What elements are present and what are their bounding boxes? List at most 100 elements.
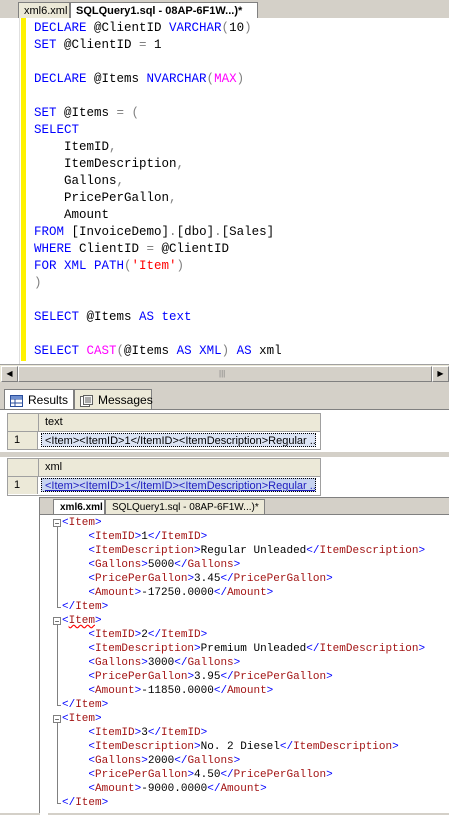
xml-field-line[interactable]: <ItemID>2</ItemID> (62, 628, 425, 642)
table-row[interactable]: 1 <Item><ItemID>1</ItemID><ItemDescripti… (8, 477, 320, 494)
code-line[interactable] (34, 292, 282, 309)
pane-splitter[interactable] (0, 382, 449, 386)
grid-corner[interactable] (8, 414, 39, 431)
code-line[interactable]: SET @ClientID = 1 (34, 37, 282, 54)
xml-field-line[interactable]: <ItemID>1</ItemID> (62, 530, 425, 544)
xml-element-open[interactable]: <Item> (62, 614, 425, 628)
code-line[interactable]: FROM [InvoiceDemo].[dbo].[Sales] (34, 224, 282, 241)
tab-messages[interactable]: Messages (74, 389, 153, 409)
column-header-xml[interactable]: xml (45, 459, 62, 476)
xml-element-close[interactable]: </Item> (62, 698, 425, 712)
row-number[interactable]: 1 (8, 477, 38, 494)
xml-field-line[interactable]: <Amount>-17250.0000</Amount> (62, 586, 425, 600)
code-token: ( (124, 259, 132, 273)
xml-element-close[interactable]: </Item> (62, 796, 425, 810)
collapse-icon[interactable]: − (53, 519, 61, 528)
code-line[interactable]: SET @Items = ( (34, 105, 282, 122)
tab-xml6[interactable]: xml6.xml (18, 2, 70, 18)
tab-label: xml6.xml (60, 502, 103, 513)
xml-value: 2 (141, 629, 148, 641)
code-line[interactable]: ItemID, (34, 139, 282, 156)
collapse-icon[interactable]: − (53, 617, 61, 626)
xml-field-line[interactable]: <ItemID>3</ItemID> (62, 726, 425, 740)
change-tracking-bar (21, 18, 26, 361)
code-token: DECLARE (34, 72, 95, 86)
code-token: = ( (116, 106, 140, 120)
scroll-right-button[interactable]: ▶ (432, 366, 449, 382)
code-token: [InvoiceDemo] (71, 225, 170, 239)
xml-field-line[interactable]: <Amount>-9000.0000</Amount> (62, 782, 425, 796)
code-line[interactable]: PricePerGallon, (34, 190, 282, 207)
tab-label: Results (28, 393, 69, 407)
code-token: [dbo] (176, 225, 215, 239)
table-row[interactable]: 1 <Item><ItemID>1</ItemID><ItemDescripti… (8, 432, 320, 449)
tab-sqlquery1[interactable]: SQLQuery1.sql - 08AP-6F1W...)* (70, 2, 258, 18)
code-token: SELECT (34, 123, 80, 137)
code-token: CAST (86, 344, 117, 358)
xml-element-close[interactable]: </Item> (62, 600, 425, 614)
code-token: ItemDescription (34, 157, 177, 171)
tab-xml6[interactable]: xml6.xml (53, 499, 105, 514)
grid-corner[interactable] (8, 459, 39, 476)
fold-guide (57, 527, 58, 607)
sql-editor[interactable]: DECLARE @ClientID VARCHAR(10) SET @Client… (0, 18, 449, 364)
xml-value: 3 (141, 727, 148, 739)
xml-field-line[interactable]: <ItemDescription>Premium Unleaded</ItemD… (62, 642, 425, 656)
code-token: NVARCHAR (146, 72, 207, 86)
code-token: @ClientID (94, 21, 170, 35)
code-line[interactable] (34, 54, 282, 71)
code-line[interactable]: SELECT (34, 122, 282, 139)
code-token: WHERE (34, 242, 80, 256)
xml-field-line[interactable]: <PricePerGallon>3.95</PricePerGallon> (62, 670, 425, 684)
code-line[interactable]: DECLARE @Items NVARCHAR(MAX) (34, 71, 282, 88)
xml-element-open[interactable]: <Item> (62, 516, 425, 530)
code-token: = (139, 38, 155, 52)
xml-field-line[interactable]: <ItemDescription>Regular Unleaded</ItemD… (62, 544, 425, 558)
code-token: ClientID (79, 242, 147, 256)
xml-document-window[interactable]: xml6.xml SQLQuery1.sql - 08AP-6F1W...)* … (39, 497, 449, 815)
code-line[interactable]: ) (34, 275, 282, 292)
code-token: Amount (34, 208, 110, 222)
xml-value: 3.45 (194, 573, 221, 585)
sql-code[interactable]: DECLARE @ClientID VARCHAR(10) SET @Client… (34, 20, 282, 360)
tab-sqlquery1[interactable]: SQLQuery1.sql - 08AP-6F1W...)* (105, 499, 265, 514)
results-grid-text[interactable]: text 1 <Item><ItemID>1</ItemID><ItemDesc… (7, 413, 321, 450)
code-line[interactable]: Amount (34, 207, 282, 224)
xml-value: Regular Unleaded (200, 545, 307, 557)
grid-cell[interactable]: <Item><ItemID>1</ItemID><ItemDescription… (41, 433, 316, 447)
code-token: 10 (229, 21, 245, 35)
code-line[interactable]: SELECT CAST(@Items AS XML) AS xml (34, 343, 282, 360)
editor-horizontal-scrollbar[interactable]: ◀ ||| ▶ (0, 364, 449, 382)
xml-value: 1 (141, 531, 148, 543)
tab-results[interactable]: Results (4, 389, 74, 409)
messages-icon (80, 393, 93, 407)
results-grid-xml[interactable]: xml 1 <Item><ItemID>1</ItemID><ItemDescr… (7, 458, 321, 496)
row-number[interactable]: 1 (8, 432, 38, 449)
xml-element-open[interactable]: <Item> (62, 712, 425, 726)
code-line[interactable]: Gallons, (34, 173, 282, 190)
xml-field-line[interactable]: <ItemDescription>No. 2 Diesel</ItemDescr… (62, 740, 425, 754)
code-line[interactable]: ItemDescription, (34, 156, 282, 173)
xml-field-line[interactable]: <Gallons>5000</Gallons> (62, 558, 425, 572)
xml-value: 3.95 (194, 671, 221, 683)
fold-guide (57, 625, 58, 705)
xml-field-line[interactable]: <Gallons>2000</Gallons> (62, 754, 425, 768)
code-line[interactable] (34, 88, 282, 105)
code-token: VARCHAR (169, 21, 222, 35)
collapse-icon[interactable]: − (53, 715, 61, 724)
xml-link-cell[interactable]: <Item><ItemID>1</ItemID><ItemDescription… (41, 478, 316, 492)
xml-code[interactable]: <Item> <ItemID>1</ItemID> <ItemDescripti… (62, 516, 425, 810)
xml-field-line[interactable]: <Gallons>3000</Gallons> (62, 656, 425, 670)
xml-field-line[interactable]: <Amount>-11850.0000</Amount> (62, 684, 425, 698)
code-line[interactable]: WHERE ClientID = @ClientID (34, 241, 282, 258)
code-line[interactable] (34, 326, 282, 343)
column-header-text[interactable]: text (45, 414, 63, 431)
code-line[interactable]: FOR XML PATH('Item') (34, 258, 282, 275)
tab-label: SQLQuery1.sql - 08AP-6F1W...)* (76, 5, 243, 17)
scroll-thumb[interactable]: ||| (18, 366, 432, 382)
scroll-left-button[interactable]: ◀ (1, 366, 18, 382)
xml-field-line[interactable]: <PricePerGallon>3.45</PricePerGallon> (62, 572, 425, 586)
xml-field-line[interactable]: <PricePerGallon>4.50</PricePerGallon> (62, 768, 425, 782)
code-line[interactable]: DECLARE @ClientID VARCHAR(10) (34, 20, 282, 37)
code-line[interactable]: SELECT @Items AS text (34, 309, 282, 326)
